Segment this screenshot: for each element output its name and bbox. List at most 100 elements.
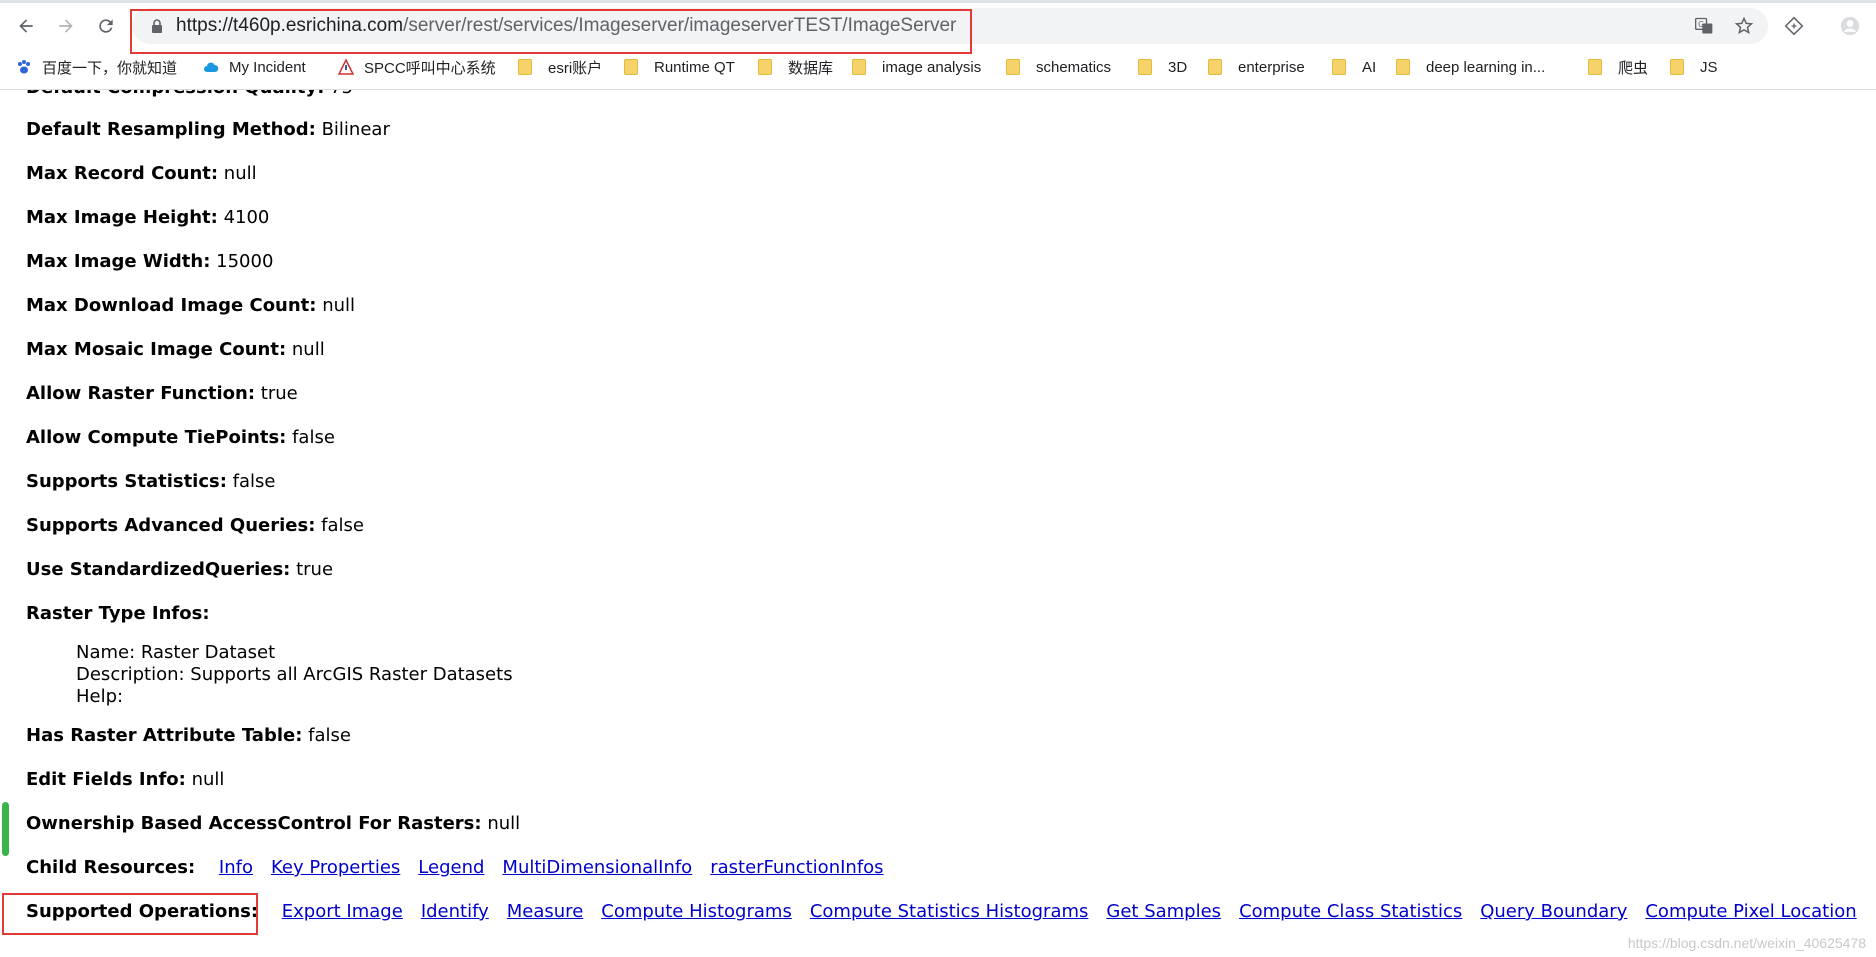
bookmark-label: esri账户 xyxy=(548,59,603,77)
bookmark-item[interactable]: SPCC呼叫中心系统 xyxy=(338,54,496,80)
link-compute-statistics-histograms[interactable]: Compute Statistics Histograms xyxy=(810,901,1089,922)
reload-icon xyxy=(99,19,113,33)
link-legend[interactable]: Legend xyxy=(418,857,484,878)
property-label: Supports Statistics: xyxy=(26,471,227,492)
bookmark-folder[interactable]: 3D xyxy=(1138,54,1187,80)
bookmark-folder[interactable]: esri账户 xyxy=(518,54,602,80)
property-row: Default Resampling Method: Bilinear xyxy=(26,118,390,142)
bookmark-folder[interactable]: schematics xyxy=(1006,54,1111,80)
property-row: Max Record Count: null xyxy=(26,162,257,186)
folder-icon xyxy=(1396,59,1410,75)
bookmark-folder[interactable]: AI xyxy=(1332,54,1376,80)
link-compute-histograms[interactable]: Compute Histograms xyxy=(601,901,792,922)
property-value: null xyxy=(481,813,521,834)
bookmark-label: Runtime QT xyxy=(654,58,735,76)
property-label: Edit Fields Info: xyxy=(26,769,186,790)
property-row: Max Download Image Count: null xyxy=(26,294,355,318)
link-key-properties[interactable]: Key Properties xyxy=(271,857,400,878)
property-row: Max Mosaic Image Count: null xyxy=(26,338,325,362)
folder-icon xyxy=(1332,59,1346,75)
link-compute-pixel-location[interactable]: Compute Pixel Location xyxy=(1645,901,1856,922)
bookmark-folder[interactable]: enterprise xyxy=(1208,54,1305,80)
property-value: 15000 xyxy=(210,251,274,272)
property-row: Has Raster Attribute Table: false xyxy=(26,724,351,748)
reload-button[interactable] xyxy=(92,12,120,40)
link-identify[interactable]: Identify xyxy=(421,901,489,922)
link-export-image[interactable]: Export Image xyxy=(282,901,403,922)
property-row: Default Compression Quality: 75 xyxy=(26,90,353,100)
property-value: null xyxy=(185,769,225,790)
property-row: Allow Raster Function: true xyxy=(26,382,298,406)
bookmark-folder[interactable]: 数据库 xyxy=(758,54,833,80)
property-label: Ownership Based AccessControl For Raster… xyxy=(26,813,482,834)
property-value: null xyxy=(316,295,356,316)
arrow-right-icon xyxy=(59,19,73,33)
link-query-boundary[interactable]: Query Boundary xyxy=(1480,901,1627,922)
link-multidimensional-info[interactable]: MultiDimensionalInfo xyxy=(502,857,692,878)
property-label: Max Image Width: xyxy=(26,251,211,272)
property-label: Has Raster Attribute Table: xyxy=(26,725,303,746)
property-value: false xyxy=(286,427,335,448)
folder-icon xyxy=(852,59,866,75)
star-icon[interactable] xyxy=(1732,14,1756,38)
operations-highlight-box xyxy=(2,893,258,935)
property-label: Max Download Image Count: xyxy=(26,295,317,316)
bookmark-label: AI xyxy=(1362,58,1377,76)
child-resources-row: Child Resources: Info Key Properties Legen… xyxy=(26,856,884,880)
back-button[interactable] xyxy=(12,12,40,40)
bookmark-folder[interactable]: Runtime QT xyxy=(624,54,735,80)
property-row: Use StandardizedQueries: true xyxy=(26,558,333,582)
folder-icon xyxy=(758,59,772,75)
bookmark-label: 数据库 xyxy=(788,59,834,77)
bookmark-item[interactable]: 百度一下，你就知道 xyxy=(16,54,177,80)
bookmark-folder[interactable]: 爬虫 xyxy=(1588,54,1648,80)
folder-icon xyxy=(1208,59,1222,75)
baidu-paw-icon xyxy=(18,60,30,74)
triangle-icon xyxy=(338,59,354,75)
property-label: Use StandardizedQueries: xyxy=(26,559,291,580)
raster-type-help: Help: xyxy=(76,686,124,707)
link-measure[interactable]: Measure xyxy=(507,901,584,922)
property-value: null xyxy=(218,163,257,184)
property-label: Max Image Height: xyxy=(26,207,218,228)
bookmark-label: image analysis xyxy=(882,58,982,76)
arrow-left-icon xyxy=(19,19,33,33)
property-row: Allow Compute TiePoints: false xyxy=(26,426,335,450)
url-highlight-box xyxy=(130,9,972,54)
link-compute-class-statistics[interactable]: Compute Class Statistics xyxy=(1239,901,1462,922)
property-value: false xyxy=(315,515,364,536)
link-info[interactable]: Info xyxy=(219,857,253,878)
cloud-icon xyxy=(204,62,219,72)
property-value: true xyxy=(255,383,298,404)
link-get-samples[interactable]: Get Samples xyxy=(1106,901,1221,922)
bookmark-label: enterprise xyxy=(1238,58,1305,76)
extension-icon[interactable] xyxy=(1782,14,1806,38)
bookmark-label: deep learning in... xyxy=(1426,58,1546,76)
property-value: null xyxy=(286,339,325,360)
property-row: Edit Fields Info: null xyxy=(26,768,224,792)
bookmark-label: 百度一下，你就知道 xyxy=(42,59,178,77)
profile-avatar-icon[interactable] xyxy=(1838,14,1862,38)
page-content: Default Compression Quality: 75 Default … xyxy=(0,90,1876,957)
property-label: Max Record Count: xyxy=(26,163,219,184)
bookmark-label: schematics xyxy=(1036,58,1112,76)
bookmark-label: SPCC呼叫中心系统 xyxy=(364,59,496,77)
property-value: 75 xyxy=(324,90,353,98)
forward-button[interactable] xyxy=(52,12,80,40)
folder-icon xyxy=(1006,59,1020,75)
link-raster-function-infos[interactable]: rasterFunctionInfos xyxy=(710,857,883,878)
bookmark-folder[interactable]: image analysis xyxy=(852,54,981,80)
property-label: Max Mosaic Image Count: xyxy=(26,339,287,360)
translate-icon[interactable]: G xyxy=(1692,14,1716,38)
bookmark-label: 爬虫 xyxy=(1618,59,1649,77)
property-label: Allow Raster Function: xyxy=(26,383,256,404)
bookmark-item[interactable]: My Incident xyxy=(203,54,306,80)
property-value: false xyxy=(302,725,351,746)
bookmark-folder[interactable]: JS xyxy=(1670,54,1718,80)
tab-strip xyxy=(0,0,1876,3)
scroll-indicator[interactable] xyxy=(2,802,9,856)
property-row: Max Image Width: 15000 xyxy=(26,250,273,274)
property-label: Default Resampling Method: xyxy=(26,119,316,140)
property-value: 4100 xyxy=(217,207,270,228)
bookmark-folder[interactable]: deep learning in... xyxy=(1396,54,1545,80)
